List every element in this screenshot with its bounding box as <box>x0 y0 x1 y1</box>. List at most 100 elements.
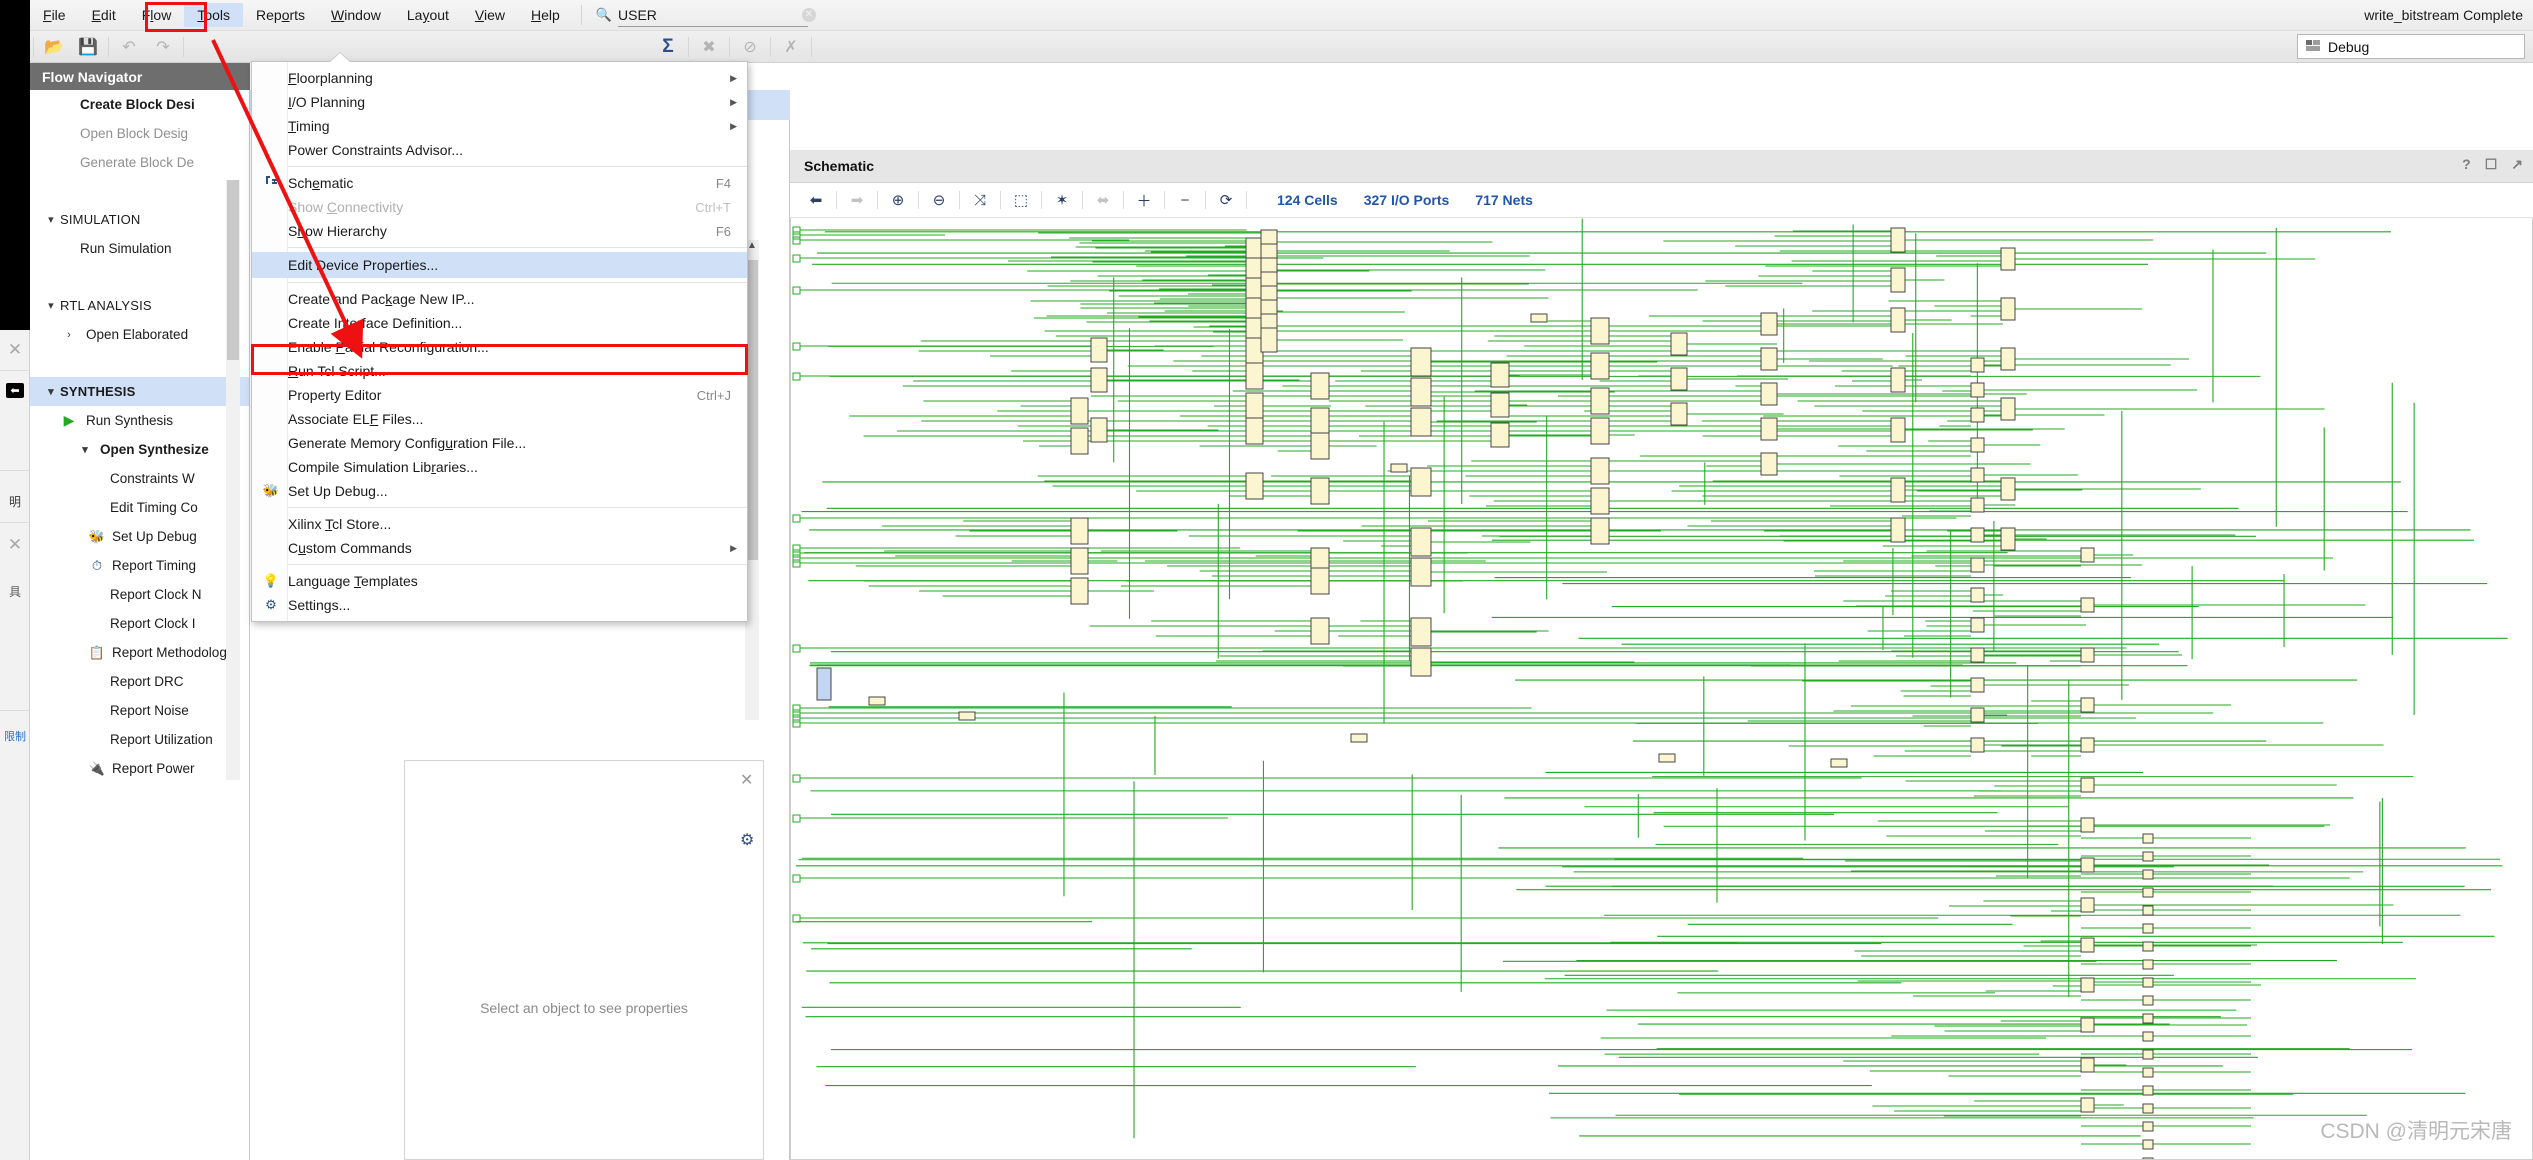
close-icon[interactable]: ✕ <box>740 770 753 790</box>
menu-item-label: Edit Device Properties... <box>288 257 439 273</box>
chevron-right-icon[interactable]: › <box>60 329 78 341</box>
sidebar-item-edit-timing-constraints[interactable]: Edit Timing Co <box>30 493 249 522</box>
sidebar-item-open-synthesized-design[interactable]: ▾ Open Synthesize <box>30 435 249 464</box>
menu-item-xilinx-tcl-store[interactable]: Xilinx Tcl Store... <box>252 512 747 536</box>
maximize-icon[interactable]: ☐ <box>2485 156 2498 173</box>
quick-search[interactable]: 🔍 USER ✕ <box>596 3 816 27</box>
flow-navigator-scrollbar[interactable] <box>226 180 240 780</box>
menu-item-edit-device-properties[interactable]: Edit Device Properties... <box>252 252 747 278</box>
back-icon[interactable]: ⬅ <box>800 187 832 213</box>
sidebar-item-report-clock-networks[interactable]: Report Clock N <box>30 580 249 609</box>
menu-item-generate-memory-configuration-file[interactable]: Generate Memory Configuration File... <box>252 431 747 455</box>
sidebar-item-constraints-wizard[interactable]: Constraints W <box>30 464 249 493</box>
zoom-out-icon[interactable]: ⊖ <box>923 187 955 213</box>
regenerate-icon[interactable]: ⟳ <box>1210 187 1242 213</box>
menu-item-show-hierarchy[interactable]: Show Hierarchy F6 <box>252 219 747 243</box>
highlight-off-icon[interactable]: ⊘ <box>733 33 767 61</box>
sidebar-section-synthesis[interactable]: ▾ SYNTHESIS <box>30 377 249 406</box>
menu-item-associate-elf-files[interactable]: Associate ELF Files... <box>252 407 747 431</box>
io-ports-count[interactable]: 327 I/O Ports <box>1364 192 1450 208</box>
cells-count[interactable]: 124 Cells <box>1277 192 1338 208</box>
menu-flow[interactable]: Flow <box>129 3 185 27</box>
watermark: CSDN @清明元宋唐 <box>2320 1120 2512 1143</box>
sidebar-item-report-utilization[interactable]: Report Utilization <box>30 725 249 754</box>
gear-icon[interactable]: ⚙ <box>740 830 754 850</box>
sidebar-item-report-drc[interactable]: Report DRC <box>30 667 249 696</box>
menu-item-compile-simulation-libraries[interactable]: Compile Simulation Libraries... <box>252 455 747 479</box>
menu-help[interactable]: Help <box>518 3 573 27</box>
menu-item-enable-partial-reconfiguration[interactable]: Enable Partial Reconfiguration... <box>252 335 747 359</box>
menu-item-language-templates[interactable]: 💡 Language Templates <box>252 569 747 593</box>
sidebar-item-set-up-debug[interactable]: 🐝 Set Up Debug <box>30 522 249 551</box>
menu-divider <box>288 166 747 167</box>
collapse-icon[interactable]: ⬅ <box>0 382 30 398</box>
menu-item-custom-commands[interactable]: Custom Commands ▶ <box>252 536 747 560</box>
sidebar-item-report-clock-interaction[interactable]: Report Clock I <box>30 609 249 638</box>
menu-item-floorplanning[interactable]: FFloorplanningloorplanning ▶ <box>252 66 747 90</box>
menu-item-run-tcl-script[interactable]: Run Tcl Script... <box>252 359 747 383</box>
clear-icon[interactable]: ✕ <box>801 8 816 22</box>
sidebar-item-run-synthesis[interactable]: ▶ Run Synthesis <box>30 406 249 435</box>
menu-reports[interactable]: Reports <box>243 3 318 27</box>
menu-item-set-up-debug[interactable]: 🐝 Set Up Debug... <box>252 479 747 503</box>
menu-edit[interactable]: Edit <box>79 3 129 27</box>
help-icon[interactable]: ? <box>2462 156 2471 173</box>
sidebar-item-run-simulation[interactable]: Run Simulation <box>30 234 249 263</box>
menu-divider <box>252 282 747 283</box>
expand-cell-icon[interactable]: ⬌ <box>1087 187 1119 213</box>
sidebar-section-rtl-analysis[interactable]: ▾ RTL ANALYSIS <box>30 291 249 320</box>
close-icon-2[interactable]: ✕ <box>0 535 30 555</box>
chevron-down-icon: ▾ <box>48 386 54 398</box>
sidebar-item-open-block-design[interactable]: Open Block Desig <box>30 119 249 148</box>
save-icon[interactable]: 💾 <box>71 33 105 61</box>
sidebar-item-report-methodology[interactable]: 📋 Report Methodology <box>30 638 249 667</box>
menu-item-power-constraints-advisor[interactable]: Power Constraints Advisor... <box>252 138 747 162</box>
sigma-icon[interactable]: Σ <box>651 33 685 61</box>
sidebar-item-label: Edit Timing Co <box>110 500 198 515</box>
schematic-canvas[interactable]: CSDN @清明元宋唐 <box>791 218 2532 1159</box>
menu-item-create-interface-definition[interactable]: Create Interface Definition... <box>252 311 747 335</box>
sidebar-item-generate-block-design[interactable]: Generate Block De <box>30 148 249 177</box>
properties-empty-box <box>404 760 764 1160</box>
menu-layout[interactable]: Layout <box>394 3 462 27</box>
menu-item-io-planning[interactable]: I/O Planning ▶ <box>252 90 747 114</box>
menu-item-timing[interactable]: Timing ▶ <box>252 114 747 138</box>
menu-tools[interactable]: Tools <box>184 3 243 27</box>
sidebar-item-open-elaborated-design[interactable]: › Open Elaborated <box>30 320 249 349</box>
zoom-in-icon[interactable]: ⊕ <box>882 187 914 213</box>
menu-view[interactable]: View <box>462 3 518 27</box>
nets-count[interactable]: 717 Nets <box>1475 192 1533 208</box>
sidebar-item-report-power[interactable]: 🔌 Report Power <box>30 754 249 783</box>
layout-selector[interactable]: Debug <box>2297 34 2525 59</box>
open-folder-icon[interactable]: 📂 <box>37 33 71 61</box>
menu-window[interactable]: Window <box>318 3 394 27</box>
menu-item-show-connectivity: Show Connectivity Ctrl+T <box>252 195 747 219</box>
close-icon[interactable]: ✕ <box>0 340 30 360</box>
panel-title: Schematic <box>804 158 875 174</box>
sidebar-item-label: Open Synthesize <box>100 442 209 457</box>
sidebar-item-create-block-design[interactable]: Create Block Desi <box>30 90 249 119</box>
undo-icon[interactable]: ↶ <box>112 33 146 61</box>
sidebar-item-report-timing[interactable]: ⏱ Report Timing <box>30 551 249 580</box>
menu-item-create-and-package-new-ip[interactable]: Create and Package New IP... <box>252 287 747 311</box>
zoom-fit-icon[interactable]: ⤨ <box>964 187 996 213</box>
layout-selector-label: Debug <box>2328 38 2370 55</box>
remove-icon[interactable]: − <box>1169 187 1201 213</box>
unmark-icon[interactable]: ✗ <box>774 33 808 61</box>
sidebar-item-report-noise[interactable]: Report Noise <box>30 696 249 725</box>
marker-off-icon[interactable]: ✖ <box>692 33 726 61</box>
menu-file[interactable]: File <box>30 3 79 27</box>
redo-icon[interactable]: ↷ <box>146 33 180 61</box>
menu-item-settings[interactable]: ⚙ Settings... <box>252 593 747 617</box>
pin-icon[interactable]: ✶ <box>1046 187 1078 213</box>
menu-item-schematic[interactable]: Schematic F4 <box>252 171 747 195</box>
add-icon[interactable]: ＋ <box>1128 187 1160 213</box>
forward-icon[interactable]: ➡ <box>841 187 873 213</box>
sidebar-section-simulation[interactable]: ▾ SIMULATION <box>30 205 249 234</box>
search-input[interactable]: USER <box>618 7 802 23</box>
scrollbar-thumb[interactable] <box>227 180 239 360</box>
zoom-area-icon[interactable]: ⬚ <box>1005 187 1037 213</box>
schematic-panel-header: Schematic ? ☐ ↗ <box>790 150 2533 183</box>
menu-item-property-editor[interactable]: Property Editor Ctrl+J <box>252 383 747 407</box>
float-icon[interactable]: ↗ <box>2511 156 2523 173</box>
